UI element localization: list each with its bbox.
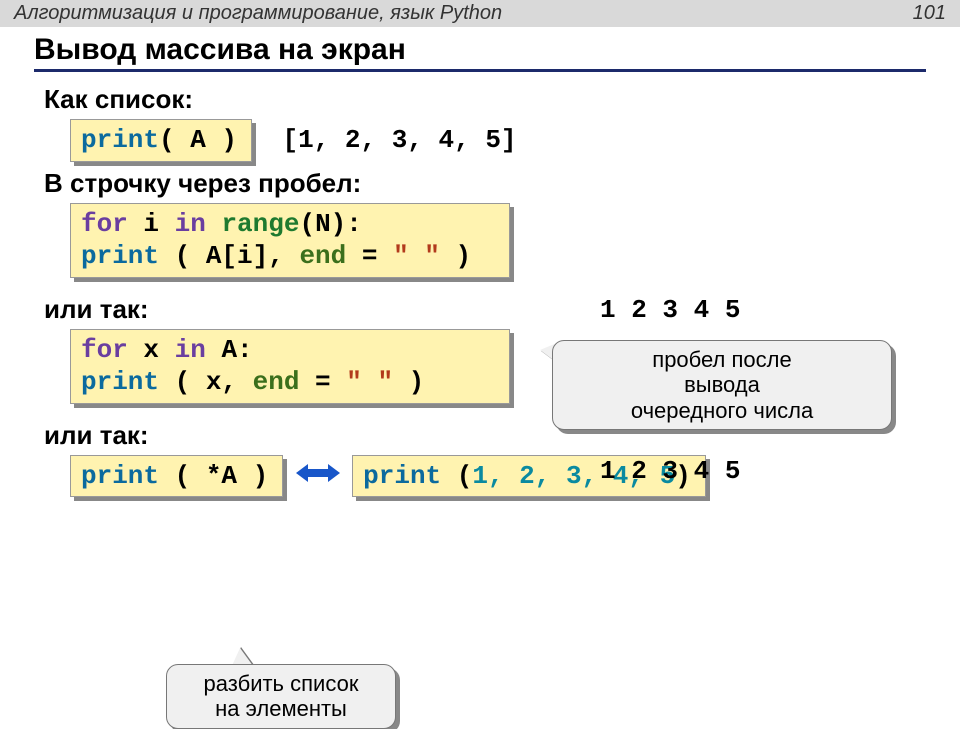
kw-end: end xyxy=(253,367,300,397)
code-close: ) xyxy=(440,241,471,271)
callout-line: очередного числа xyxy=(571,398,873,423)
double-arrow-icon xyxy=(296,462,340,489)
callout-unpack-list: разбить список на элементы xyxy=(166,664,396,729)
output-list: [1, 2, 3, 4, 5] xyxy=(282,125,516,155)
code-close: ) xyxy=(393,367,424,397)
kw-print: print xyxy=(81,125,159,155)
callout-line: на элементы xyxy=(185,696,377,721)
output-inline-2: 1 2 3 4 5 xyxy=(600,456,740,486)
kw-for: for xyxy=(81,335,128,365)
sp xyxy=(206,209,222,239)
code-args: (N): xyxy=(299,209,361,239)
kw-print: print xyxy=(81,367,159,397)
label-as-list: Как список: xyxy=(44,84,926,115)
content-area: Как список: print( A ) [1, 2, 3, 4, 5] В… xyxy=(0,72,960,497)
kw-print: print xyxy=(81,461,159,491)
code-open: ( xyxy=(441,461,472,491)
code-print-a: print( A ) xyxy=(70,119,252,162)
code-for-range: for i in range(N): print ( A[i], end = "… xyxy=(70,203,510,278)
code-i: i xyxy=(128,209,175,239)
code-open: ( A[i], xyxy=(159,241,299,271)
kw-range: range xyxy=(221,209,299,239)
kw-end: end xyxy=(299,241,346,271)
kw-print: print xyxy=(81,241,159,271)
code-A: A: xyxy=(206,335,253,365)
course-title: Алгоритмизация и программирование, язык … xyxy=(14,2,502,25)
row-star-a: print ( *A ) print (1, 2, 3, 4, 5) xyxy=(70,455,926,498)
code-x: x xyxy=(128,335,175,365)
code-str: " " xyxy=(346,367,393,397)
callout-space-after: пробел после вывода очередного числа xyxy=(552,340,892,430)
code-body: ( A ) xyxy=(159,125,237,155)
page-number: 101 xyxy=(913,2,946,25)
code-open: ( x, xyxy=(159,367,253,397)
callout-line: вывода xyxy=(571,372,873,397)
label-or-1: или так: xyxy=(44,294,926,325)
kw-in: in xyxy=(175,335,206,365)
slide-title: Вывод массива на экран xyxy=(34,33,926,72)
header-bar: Алгоритмизация и программирование, язык … xyxy=(0,0,960,27)
code-eq: = xyxy=(346,241,393,271)
kw-print: print xyxy=(363,461,441,491)
code-str: " " xyxy=(393,241,440,271)
code-body: ( *A ) xyxy=(159,461,268,491)
code-star-a: print ( *A ) xyxy=(70,455,283,498)
kw-for: for xyxy=(81,209,128,239)
output-inline-1: 1 2 3 4 5 xyxy=(600,295,740,325)
callout-line: пробел после xyxy=(571,347,873,372)
code-for-x: for x in A: print ( x, end = " " ) xyxy=(70,329,510,404)
row-for-range: for i in range(N): print ( A[i], end = "… xyxy=(70,203,926,278)
code-eq: = xyxy=(299,367,346,397)
row-print-a: print( A ) [1, 2, 3, 4, 5] xyxy=(70,119,926,162)
kw-in: in xyxy=(175,209,206,239)
label-inline-space: В строчку через пробел: xyxy=(44,168,926,199)
callout-line: разбить список xyxy=(185,671,377,696)
